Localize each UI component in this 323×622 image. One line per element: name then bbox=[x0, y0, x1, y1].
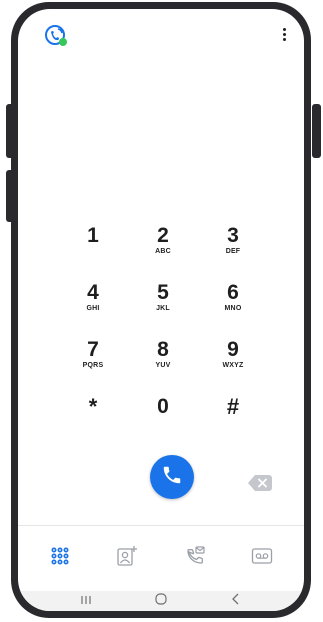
key-digit: 4 bbox=[87, 281, 99, 304]
key-digit: 2 bbox=[157, 224, 169, 247]
system-navigation-bar bbox=[18, 591, 304, 611]
key-digit: 0 bbox=[157, 395, 169, 418]
key-star[interactable]: * bbox=[58, 392, 128, 449]
nav-contacts[interactable] bbox=[107, 539, 147, 579]
key-letters: GHI bbox=[86, 305, 100, 312]
dialpad-icon bbox=[50, 546, 70, 571]
nav-voicemail[interactable] bbox=[242, 539, 282, 579]
home-icon bbox=[155, 592, 167, 610]
key-8[interactable]: 8 YUV bbox=[128, 335, 198, 392]
call-history-icon bbox=[184, 545, 206, 572]
power-button bbox=[312, 104, 321, 158]
app-logo-icon bbox=[44, 23, 70, 49]
back-button[interactable] bbox=[221, 591, 251, 611]
voicemail-icon bbox=[251, 547, 273, 570]
phone-icon bbox=[161, 464, 183, 491]
key-digit: 6 bbox=[227, 281, 239, 304]
dial-keypad: 1 2 ABC 3 DEF 4 GHI 5 JKL 6 MNO 7 PQRS 8… bbox=[58, 221, 268, 449]
key-hash[interactable]: # bbox=[198, 392, 268, 449]
key-3[interactable]: 3 DEF bbox=[198, 221, 268, 278]
recent-apps-button[interactable] bbox=[71, 591, 101, 611]
key-0[interactable]: 0 bbox=[128, 392, 198, 449]
nav-keypad[interactable] bbox=[40, 539, 80, 579]
key-digit: 7 bbox=[87, 338, 99, 361]
key-9[interactable]: 9 WXYZ bbox=[198, 335, 268, 392]
key-5[interactable]: 5 JKL bbox=[128, 278, 198, 335]
key-7[interactable]: 7 PQRS bbox=[58, 335, 128, 392]
back-icon bbox=[231, 592, 241, 610]
key-letters: PQRS bbox=[82, 362, 104, 369]
dialer-screen: 1 2 ABC 3 DEF 4 GHI 5 JKL 6 MNO 7 PQRS 8… bbox=[18, 9, 304, 611]
more-options-button[interactable] bbox=[274, 21, 294, 47]
key-letters: MNO bbox=[224, 305, 242, 312]
key-digit: 9 bbox=[227, 338, 239, 361]
key-6[interactable]: 6 MNO bbox=[198, 278, 268, 335]
home-button[interactable] bbox=[146, 591, 176, 611]
key-2[interactable]: 2 ABC bbox=[128, 221, 198, 278]
key-letters: JKL bbox=[156, 305, 170, 312]
key-digit: 1 bbox=[87, 224, 99, 247]
key-digit: * bbox=[88, 394, 98, 419]
key-letters: DEF bbox=[225, 248, 241, 255]
key-digit: 5 bbox=[157, 281, 169, 304]
key-letters: YUV bbox=[155, 362, 171, 369]
backspace-button[interactable] bbox=[248, 475, 272, 491]
add-contact-icon bbox=[116, 545, 138, 572]
recent-apps-icon bbox=[80, 592, 92, 610]
key-letters: ABC bbox=[155, 248, 171, 255]
key-4[interactable]: 4 GHI bbox=[58, 278, 128, 335]
key-digit: 8 bbox=[157, 338, 169, 361]
device: 1 2 ABC 3 DEF 4 GHI 5 JKL 6 MNO 7 PQRS 8… bbox=[0, 0, 323, 622]
nav-recents[interactable] bbox=[175, 539, 215, 579]
key-1[interactable]: 1 bbox=[58, 221, 128, 278]
phone-frame: 1 2 ABC 3 DEF 4 GHI 5 JKL 6 MNO 7 PQRS 8… bbox=[11, 2, 311, 618]
bottom-navigation bbox=[18, 525, 304, 591]
key-digit: # bbox=[226, 394, 240, 419]
backspace-icon bbox=[248, 475, 272, 495]
key-letters: WXYZ bbox=[222, 362, 244, 369]
call-button[interactable] bbox=[150, 455, 194, 499]
key-digit: 3 bbox=[227, 224, 239, 247]
